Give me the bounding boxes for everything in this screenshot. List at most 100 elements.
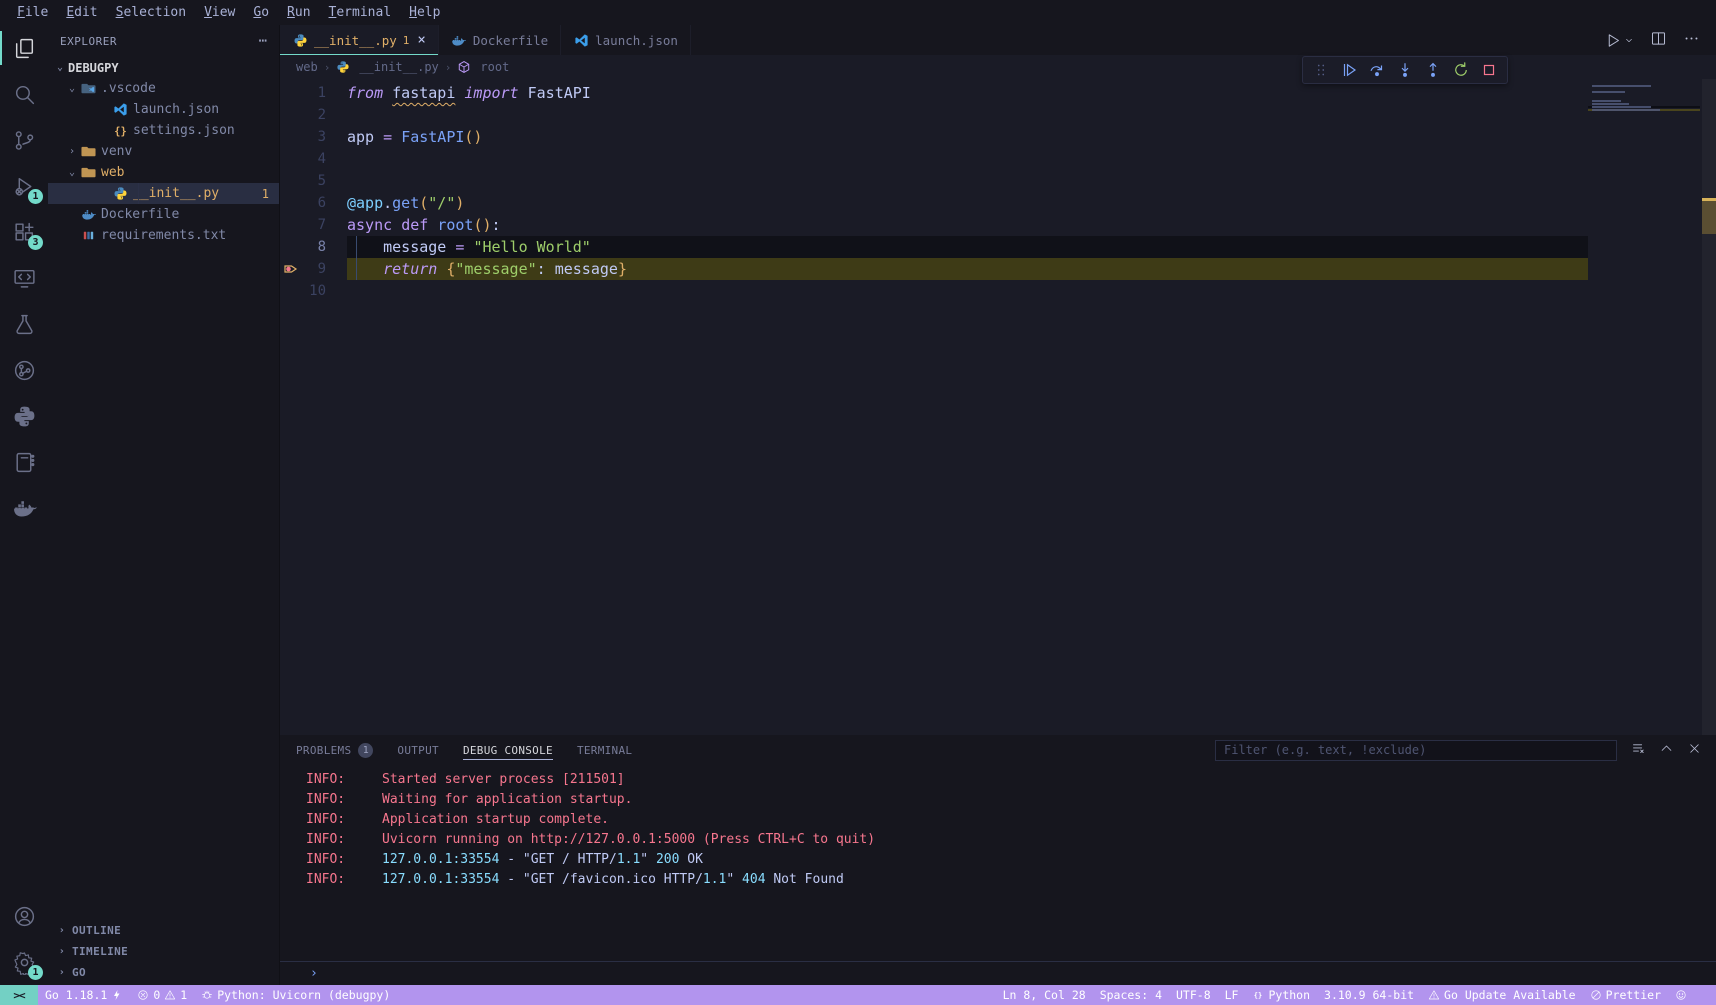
activitybar-remote-explorer[interactable]: [0, 255, 48, 301]
tree-root-debugpy[interactable]: ⌄DEBUGPY: [48, 57, 279, 78]
activitybar-source-control[interactable]: [0, 117, 48, 163]
panel-tab-debug-console[interactable]: DEBUG CONSOLE: [463, 735, 553, 765]
line-number: 7: [318, 217, 326, 233]
remote-indicator[interactable]: ><: [0, 985, 38, 1005]
debug-step-over-button[interactable]: [1365, 58, 1389, 82]
gutter-line-10[interactable]: 10: [280, 280, 347, 302]
menu-item-run[interactable]: Run: [278, 0, 319, 25]
menu-item-edit[interactable]: Edit: [57, 0, 106, 25]
tree-item-settings-json[interactable]: {}settings.json: [48, 120, 279, 141]
gutter-line-6[interactable]: 6: [280, 192, 347, 214]
activitybar-notebook[interactable]: [0, 439, 48, 485]
tree-item-venv[interactable]: ›venv: [48, 141, 279, 162]
activitybar-docker[interactable]: [0, 485, 48, 531]
statusbar-go-update[interactable]: Go Update Available: [1421, 985, 1583, 1005]
tab--init-py[interactable]: __init__.py1×: [280, 25, 439, 55]
tree-item--vscode[interactable]: ⌄.vscode: [48, 78, 279, 99]
sidebar-section-timeline[interactable]: ›TIMELINE: [48, 941, 279, 962]
statusbar-language-mode[interactable]: {}Python: [1245, 985, 1317, 1005]
statusbar-indentation[interactable]: Spaces: 4: [1093, 985, 1169, 1005]
more-actions-button[interactable]: [1683, 30, 1700, 51]
statusbar-feedback[interactable]: [1668, 985, 1694, 1005]
maximize-panel-button[interactable]: [1659, 741, 1674, 760]
statusbar-notifications[interactable]: [1694, 985, 1708, 1005]
close-panel-button[interactable]: [1687, 741, 1702, 760]
statusbar-python-interpreter[interactable]: 3.10.9 64-bit: [1317, 985, 1421, 1005]
activitybar-resource-monitor[interactable]: [0, 347, 48, 393]
statusbar-encoding[interactable]: UTF-8: [1169, 985, 1218, 1005]
statusbar-go-version[interactable]: Go 1.18.1: [38, 985, 130, 1005]
folder-icon: [80, 165, 96, 181]
docker-icon: [12, 496, 37, 521]
activitybar-run-and-debug[interactable]: 1: [0, 163, 48, 209]
sidebar-section-outline[interactable]: ›OUTLINE: [48, 920, 279, 941]
panel-tab-terminal[interactable]: TERMINAL: [577, 735, 632, 765]
tree-item-dockerfile[interactable]: Dockerfile: [48, 204, 279, 225]
debug-continue-button[interactable]: [1337, 58, 1361, 82]
overview-ruler-scrollbar[interactable]: [1702, 79, 1716, 735]
tree-item-web[interactable]: ⌄web: [48, 162, 279, 183]
tab-launch-json[interactable]: launch.json: [561, 25, 691, 55]
file-label: launch.json: [133, 102, 219, 117]
statusbar-cursor-position[interactable]: Ln 8, Col 28: [996, 985, 1093, 1005]
debug-stop-button[interactable]: [1477, 58, 1501, 82]
gutter-line-1[interactable]: 1: [280, 82, 347, 104]
activitybar-accounts[interactable]: [0, 893, 48, 939]
code-line-9: 9 return {"message": message}: [280, 258, 1716, 280]
menu-item-view[interactable]: View: [195, 0, 244, 25]
panel-tab-problems[interactable]: PROBLEMS1: [296, 735, 373, 765]
activitybar-search[interactable]: [0, 71, 48, 117]
gutter-line-8[interactable]: 8: [280, 236, 347, 258]
menu-item-selection[interactable]: Selection: [107, 0, 195, 25]
console-line: INFO:Uvicorn running on http://127.0.0.1…: [306, 830, 1716, 850]
statusbar-eol[interactable]: LF: [1218, 985, 1246, 1005]
gutter-line-3[interactable]: 3: [280, 126, 347, 148]
debug-toolbar-grip[interactable]: [1309, 58, 1333, 82]
gutter-line-9[interactable]: 9: [280, 258, 347, 280]
minimap[interactable]: [1588, 85, 1700, 115]
run-python-file-button[interactable]: [1605, 32, 1634, 49]
breadcrumb-web[interactable]: web: [296, 60, 318, 74]
tab-close-icon[interactable]: ×: [417, 32, 425, 48]
activitybar-extensions[interactable]: 3: [0, 209, 48, 255]
line-number: 3: [318, 129, 326, 145]
gutter-line-7[interactable]: 7: [280, 214, 347, 236]
tree-item-requirements-txt[interactable]: requirements.txt: [48, 225, 279, 246]
breadcrumb-root[interactable]: root: [457, 60, 509, 74]
menu-item-file[interactable]: File: [8, 0, 57, 25]
activitybar-manage[interactable]: 1: [0, 939, 48, 985]
statusbar-problems[interactable]: 01: [130, 985, 194, 1005]
menu-item-help[interactable]: Help: [400, 0, 449, 25]
tab-strip: __init__.py1×Dockerfilelaunch.json: [280, 25, 1716, 55]
menu-item-terminal[interactable]: Terminal: [320, 0, 401, 25]
resource-monitor-icon: [12, 358, 37, 383]
statusbar-prettier[interactable]: Prettier: [1583, 985, 1668, 1005]
gutter-line-5[interactable]: 5: [280, 170, 347, 192]
panel-action-icons: [1631, 741, 1702, 760]
tab-dockerfile[interactable]: Dockerfile: [439, 25, 561, 55]
activitybar-python[interactable]: [0, 393, 48, 439]
line-highlight: [347, 192, 1588, 214]
tree-item--init-py[interactable]: __init__.py1: [48, 183, 279, 204]
tree-item-launch-json[interactable]: launch.json: [48, 99, 279, 120]
menu-item-go[interactable]: Go: [244, 0, 278, 25]
activitybar-testing[interactable]: [0, 301, 48, 347]
debug-current-line-breakpoint-icon[interactable]: [283, 261, 299, 277]
breadcrumb--init-py[interactable]: __init__.py: [336, 60, 438, 74]
sidebar-more-actions[interactable]: ⋯: [259, 33, 267, 49]
clear-console-button[interactable]: [1631, 741, 1646, 760]
activitybar-explorer[interactable]: [0, 25, 48, 71]
gutter-line-2[interactable]: 2: [280, 104, 347, 126]
debug-step-out-button[interactable]: [1421, 58, 1445, 82]
gutter-line-4[interactable]: 4: [280, 148, 347, 170]
panel-tab-output[interactable]: OUTPUT: [397, 735, 439, 765]
split-editor-button[interactable]: [1650, 30, 1667, 51]
testing-icon: [12, 312, 37, 337]
sidebar-section-go[interactable]: ›GO: [48, 962, 279, 983]
debug-step-into-button[interactable]: [1393, 58, 1417, 82]
code-editor[interactable]: 1from fastapi import FastAPI23app = Fast…: [280, 79, 1716, 735]
debug-console-filter-input[interactable]: [1215, 740, 1617, 761]
debug-console-input[interactable]: ›: [280, 961, 1716, 985]
statusbar-debug-config[interactable]: Python: Uvicorn (debugpy): [194, 985, 397, 1005]
debug-restart-button[interactable]: [1449, 58, 1473, 82]
